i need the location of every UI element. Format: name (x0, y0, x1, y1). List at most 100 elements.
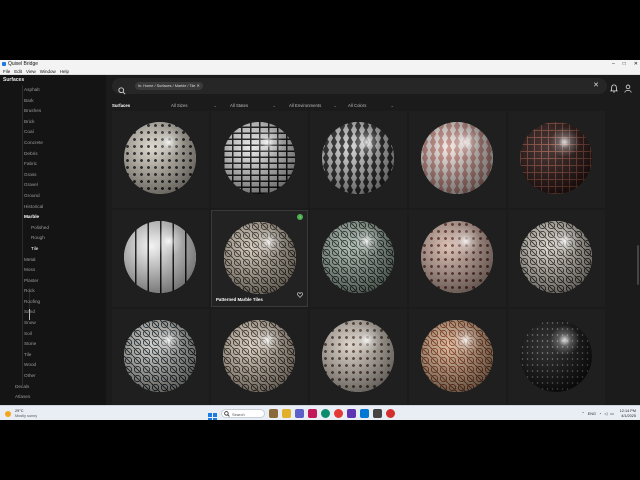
asset-card[interactable]: Patterned Marble Tiles ↓ (211, 210, 308, 307)
material-preview-sphere (520, 320, 592, 392)
sidebar-item-ground[interactable]: Ground (0, 191, 106, 202)
app-body: Surfaces Asphalt Bark Brushes Brick Coal… (0, 75, 640, 406)
sidebar-header[interactable]: Surfaces (3, 77, 24, 83)
sidebar-item-marble-rough[interactable]: Rough (0, 233, 106, 244)
search-icon (224, 411, 230, 420)
asset-card[interactable] (211, 111, 308, 208)
taskbar: 29°C Mostly sunny Search ⌃ ENG ◔ ◁ ▭ 12:… (0, 405, 640, 420)
asset-card[interactable] (508, 210, 605, 307)
sidebar-item-decals[interactable]: Decals (0, 382, 106, 393)
battery-icon[interactable]: ▭ (610, 411, 614, 416)
menu-file[interactable]: File (3, 68, 10, 74)
download-badge-icon[interactable]: ↓ (297, 214, 303, 220)
asset-card[interactable] (409, 309, 506, 406)
user-icon[interactable] (624, 80, 632, 98)
sidebar-item-concrete[interactable]: Concrete (0, 138, 106, 149)
sidebar-item-marble[interactable]: Marble (0, 212, 106, 223)
asset-card[interactable] (310, 309, 407, 406)
sidebar-item-asphalt[interactable]: Asphalt (0, 85, 106, 96)
sidebar-item-stone[interactable]: Stone (0, 339, 106, 350)
store-icon[interactable] (347, 409, 356, 418)
breadcrumb-chip[interactable]: In: Home / Surfaces / Marble / Tile ✕ (135, 82, 203, 90)
asset-card[interactable] (409, 111, 506, 208)
sidebar-item-roofing[interactable]: Roofing (0, 297, 106, 308)
sidebar-item-moss[interactable]: Moss (0, 265, 106, 276)
filter-colors[interactable]: All Colors ⌄ (348, 102, 394, 110)
sidebar-item-marble-polished[interactable]: Polished (0, 223, 106, 234)
language-indicator[interactable]: ENG (588, 412, 596, 416)
sidebar-item-other[interactable]: Other (0, 371, 106, 382)
search-bar[interactable]: In: Home / Surfaces / Marble / Tile ✕ ✕ (112, 78, 607, 95)
filter-environments-label: All Environments (289, 103, 322, 108)
close-icon[interactable]: ✕ (634, 60, 638, 68)
material-preview-sphere (322, 221, 394, 293)
quixel-bridge-taskbar-icon[interactable] (360, 409, 369, 418)
sidebar-item-wood[interactable]: Wood (0, 360, 106, 371)
windows-start-icon[interactable] (208, 409, 217, 420)
sidebar-item-marble-tile[interactable]: Tile (0, 244, 106, 255)
file-explorer-icon[interactable] (282, 409, 291, 418)
scrollbar[interactable] (637, 245, 639, 285)
sidebar-item-metal[interactable]: Metal (0, 255, 106, 266)
filter-states[interactable]: All States ⌄ (230, 102, 276, 110)
sidebar-item-brushes[interactable]: Brushes (0, 106, 106, 117)
sidebar-item-sand[interactable]: Sand (0, 307, 106, 318)
sidebar-item-rock[interactable]: Rock (0, 286, 106, 297)
material-preview-sphere (223, 320, 295, 392)
filter-states-label: All States (230, 103, 249, 108)
menu-bar: File Edit View Window Help (0, 68, 640, 75)
chevron-up-icon[interactable]: ⌃ (582, 411, 585, 416)
sidebar-item-atlases[interactable]: Atlases (0, 392, 106, 403)
menu-window[interactable]: Window (40, 68, 56, 74)
system-tray: ⌃ ENG ◔ ◁ ▭ 12:14 PM 4/1/2025 (582, 407, 637, 420)
sidebar-item-plaster[interactable]: Plaster (0, 276, 106, 287)
chip-remove-icon[interactable]: ✕ (196, 84, 199, 88)
asset-card[interactable] (508, 111, 605, 208)
taskbar-search[interactable]: Search (221, 409, 265, 418)
asset-card[interactable] (310, 210, 407, 307)
filter-sizes[interactable]: All Sizes ⌄ (171, 102, 217, 110)
sidebar-item-soil[interactable]: Soil (0, 329, 106, 340)
sidebar-item-tile[interactable]: Tile (0, 350, 106, 361)
menu-view[interactable]: View (26, 68, 36, 74)
asset-card[interactable] (409, 210, 506, 307)
sidebar-item-snow[interactable]: Snow (0, 318, 106, 329)
sidebar-item-grass[interactable]: Grass (0, 170, 106, 181)
asset-card[interactable] (112, 111, 209, 208)
main-panel: In: Home / Surfaces / Marble / Tile ✕ ✕ … (107, 75, 640, 406)
teams-icon[interactable] (295, 409, 304, 418)
menu-edit[interactable]: Edit (14, 68, 22, 74)
wifi-icon[interactable]: ◔ (599, 412, 601, 416)
bell-icon[interactable] (609, 80, 619, 98)
clock[interactable]: 12:14 PM 4/1/2025 (620, 409, 636, 419)
maximize-icon[interactable]: □ (623, 60, 626, 68)
minimize-icon[interactable]: – (612, 60, 615, 68)
weather-condition: Mostly sunny (15, 414, 38, 418)
sidebar-item-coal[interactable]: Coal (0, 127, 106, 138)
app-icon-dark[interactable] (373, 409, 382, 418)
asset-card[interactable] (211, 309, 308, 406)
widgets-app-icon[interactable] (269, 409, 278, 418)
chrome-icon[interactable] (334, 409, 343, 418)
asset-card[interactable] (508, 309, 605, 406)
clear-search-icon[interactable]: ✕ (593, 81, 599, 89)
filter-category[interactable]: Surfaces (112, 102, 130, 110)
asset-card[interactable] (112, 309, 209, 406)
sidebar-item-brick[interactable]: Brick (0, 117, 106, 128)
asset-card-title: Patterned Marble Tiles (216, 297, 263, 302)
edge-icon[interactable] (321, 409, 330, 418)
sidebar-item-fabric[interactable]: Fabric (0, 159, 106, 170)
sidebar-item-gravel[interactable]: Gravel (0, 180, 106, 191)
filter-environments[interactable]: All Environments ⌄ (289, 102, 337, 110)
asset-card[interactable] (310, 111, 407, 208)
breadcrumb-chip-text: In: Home / Surfaces / Marble / Tile (138, 84, 196, 88)
favorite-heart-icon[interactable] (297, 285, 303, 303)
app-icon-red[interactable] (386, 409, 395, 418)
sidebar-item-debris[interactable]: Debris (0, 149, 106, 160)
menu-help[interactable]: Help (60, 68, 69, 74)
volume-icon[interactable]: ◁ (604, 411, 607, 416)
sidebar-item-historical[interactable]: Historical (0, 202, 106, 213)
asset-card[interactable] (112, 210, 209, 307)
app-icon-pink[interactable] (308, 409, 317, 418)
sidebar-item-bark[interactable]: Bark (0, 96, 106, 107)
